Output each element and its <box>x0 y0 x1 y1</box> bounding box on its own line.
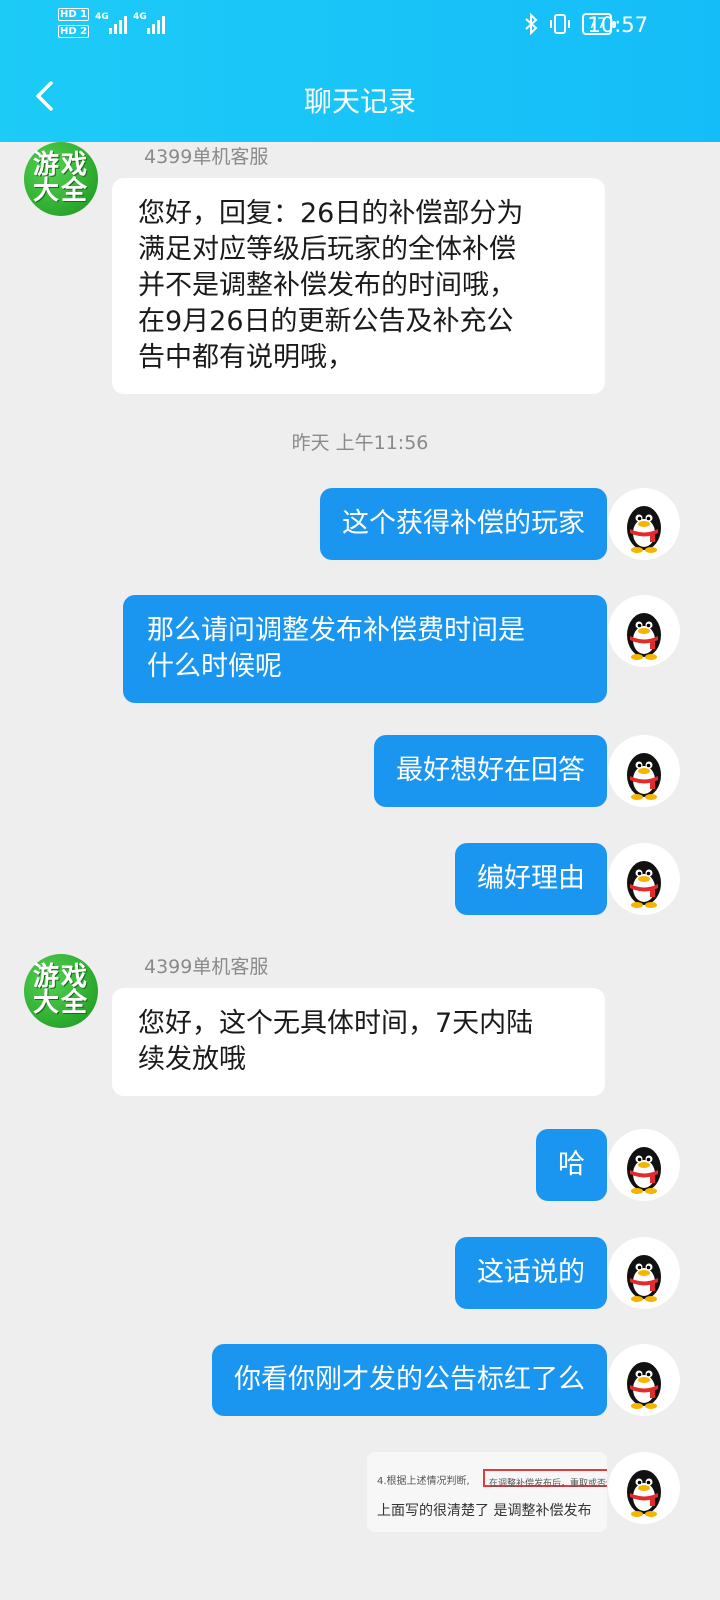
avatar[interactable]: 游戏 大全 <box>24 954 98 1028</box>
message-bubble-outgoing[interactable]: 编好理由 <box>455 843 607 915</box>
status-bar: HD 1 HD 2 4G 4G 77 10:57 <box>0 0 720 52</box>
sender-name: 4399单机客服 <box>144 956 269 978</box>
timestamp: 昨天 上午11:56 <box>291 432 429 454</box>
avatar[interactable] <box>608 843 680 915</box>
qq-penguin-icon <box>627 506 661 553</box>
image-text-boxed: 在调整补偿发布后，重取或否例 <box>489 1479 607 1489</box>
hd-badge-1: HD 1 <box>58 8 90 21</box>
image-message[interactable]: 4.根据上述情况判断, 在调整补偿发布后，重取或否例 上面写的很清楚了 是调整补… <box>367 1452 607 1532</box>
image-text-line: 4.根据上述情况判断, <box>377 1476 470 1487</box>
avatar[interactable] <box>608 735 680 807</box>
message-bubble-outgoing[interactable]: 你看你刚才发的公告标红了么 <box>212 1344 607 1416</box>
message-bubble-outgoing[interactable]: 最好想好在回答 <box>374 735 607 807</box>
message-line: 告中都有说明哦， <box>138 342 354 373</box>
message-line: 满足对应等级后玩家的全体补偿 <box>138 234 516 265</box>
qq-penguin-icon <box>627 861 661 908</box>
bluetooth-icon <box>525 13 538 35</box>
message-bubble-outgoing[interactable]: 那么请问调整发布补偿费时间是 什么时候呢 <box>123 595 607 703</box>
qq-penguin-icon <box>627 1255 661 1302</box>
network-status: HD 1 HD 2 4G 4G <box>58 8 166 38</box>
avatar[interactable] <box>608 1344 680 1416</box>
image-caption: 上面写的很清楚了 是调整补偿发布 <box>377 1503 592 1519</box>
message-line: 什么时候呢 <box>147 651 282 682</box>
avatar[interactable] <box>608 1237 680 1309</box>
avatar[interactable] <box>608 1452 680 1524</box>
qq-penguin-icon <box>627 1470 661 1517</box>
signal-label-1: 4G <box>95 12 109 22</box>
page-title: 聊天记录 <box>303 85 416 118</box>
avatar-text-2: 大全 <box>32 176 89 206</box>
message-line: 在9月26日的更新公告及补充公 <box>138 306 514 337</box>
avatar-text-2: 大全 <box>32 988 89 1018</box>
avatar[interactable]: 游戏 大全 <box>24 142 98 216</box>
qq-penguin-icon <box>627 1362 661 1409</box>
message-bubble-outgoing[interactable]: 这话说的 <box>455 1237 607 1309</box>
chat-history[interactable]: 游戏 大全 4399单机客服 您好，回复：26日的补偿部分为 满足对应等级后玩家… <box>0 142 720 1600</box>
message-bubble-outgoing[interactable]: 哈 <box>536 1129 607 1201</box>
signal-icon-1: 4G <box>95 8 128 34</box>
signal-label-2: 4G <box>133 12 147 22</box>
avatar[interactable] <box>608 488 680 560</box>
message-line: 那么请问调整发布补偿费时间是 <box>147 615 525 646</box>
navbar: 聊天记录 <box>0 52 720 142</box>
signal-icon-2: 4G <box>133 8 166 34</box>
message-line: 您好，这个无具体时间，7天内陆 <box>138 1008 534 1039</box>
avatar-text-1: 游戏 <box>32 962 89 992</box>
hd-badge-2: HD 2 <box>58 25 90 38</box>
avatar-text-1: 游戏 <box>32 150 89 180</box>
message-line: 续发放哦 <box>138 1044 246 1075</box>
message-bubble-incoming[interactable]: 您好，回复：26日的补偿部分为 满足对应等级后玩家的全体补偿 并不是调整补偿发布… <box>112 178 605 394</box>
message-bubble-incoming[interactable]: 您好，这个无具体时间，7天内陆 续发放哦 <box>112 988 605 1096</box>
message-line: 并不是调整补偿发布的时间哦， <box>138 270 516 301</box>
vibrate-icon <box>550 14 571 34</box>
qq-penguin-icon <box>627 753 661 800</box>
image-highlight-box: 在调整补偿发布后，重取或否例 <box>483 1469 607 1489</box>
message-bubble-outgoing[interactable]: 这个获得补偿的玩家 <box>320 488 607 560</box>
avatar[interactable] <box>608 1129 680 1201</box>
sender-name: 4399单机客服 <box>144 146 269 168</box>
qq-penguin-icon <box>627 1147 661 1194</box>
clock: 10:57 <box>587 13 648 37</box>
qq-penguin-icon <box>627 613 661 660</box>
avatar[interactable] <box>608 595 680 667</box>
message-line: 您好，回复：26日的补偿部分为 <box>138 198 524 229</box>
